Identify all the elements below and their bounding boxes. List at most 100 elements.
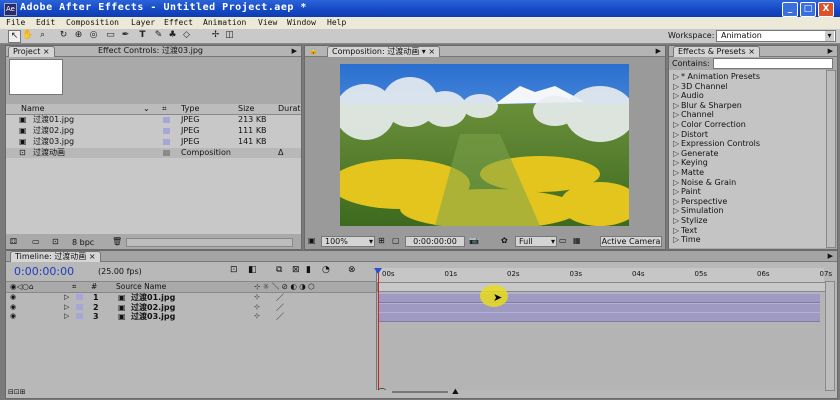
panel-menu-icon[interactable]: ▶: [828, 252, 833, 260]
close-icon[interactable]: ×: [89, 252, 96, 261]
zoom-tool-icon[interactable]: ⌕: [37, 30, 48, 41]
source-name-header[interactable]: Source Name: [116, 282, 166, 292]
close-icon[interactable]: ×: [43, 47, 50, 56]
current-time-display[interactable]: 0:00:00:00: [405, 236, 465, 247]
expand-triangle-icon[interactable]: ▷: [673, 82, 681, 92]
label-color-swatch[interactable]: [163, 139, 170, 145]
expand-triangle-icon[interactable]: ▷: [64, 293, 69, 302]
expand-triangle-icon[interactable]: ▷: [673, 130, 681, 140]
pan-behind-icon[interactable]: ◎: [88, 30, 99, 41]
new-comp-icon[interactable]: ⊡: [52, 237, 59, 246]
effects-category[interactable]: ▷ * Animation Presets: [673, 72, 760, 82]
zoom-select[interactable]: 100% ▾: [321, 236, 375, 247]
project-h-scrollbar[interactable]: [126, 238, 293, 247]
tab-project[interactable]: Project ×: [8, 46, 55, 57]
expand-triangle-icon[interactable]: ▷: [673, 158, 681, 168]
zoom-out-icon[interactable]: ⌒: [378, 387, 386, 398]
expand-triangle-icon[interactable]: ▷: [673, 168, 681, 178]
work-area-bar[interactable]: [377, 282, 826, 292]
maximize-button[interactable]: □: [800, 2, 816, 17]
effects-category[interactable]: ▷ Noise & Grain: [673, 178, 736, 188]
menu-window[interactable]: Window: [287, 17, 316, 29]
menu-effect[interactable]: Effect: [164, 17, 193, 29]
orbit-camera-icon[interactable]: ⊕: [73, 30, 84, 41]
close-icon[interactable]: ×: [748, 47, 755, 56]
current-time-indicator[interactable]: [378, 268, 379, 390]
project-item-row[interactable]: ▣ 过渡03.jpg JPEG 141 KB: [6, 137, 301, 147]
frame-blending-icon[interactable]: ▮: [306, 265, 311, 275]
pen-tool-icon[interactable]: ✒: [120, 30, 131, 41]
expand-triangle-icon[interactable]: ▷: [673, 226, 681, 236]
effects-category[interactable]: ▷ Expression Controls: [673, 139, 760, 149]
clone-stamp-icon[interactable]: ♣: [167, 30, 178, 41]
menu-animation[interactable]: Animation: [203, 17, 246, 29]
layer-bar-3[interactable]: [378, 312, 820, 322]
expand-triangle-icon[interactable]: ▷: [673, 178, 681, 188]
quality-switch-icon[interactable]: ／: [276, 293, 284, 302]
layer-row[interactable]: ◉ ▷ 3 ▣ 过渡03.jpg ⊹ ／: [6, 312, 381, 321]
effects-category[interactable]: ▷ Channel: [673, 110, 714, 120]
zoom-in-icon[interactable]: ⛰: [452, 387, 459, 397]
expand-triangle-icon[interactable]: ▷: [673, 72, 681, 82]
effects-category[interactable]: ▷ Matte: [673, 168, 704, 178]
expand-triangle-icon[interactable]: ▷: [673, 187, 681, 197]
column-size[interactable]: Size: [238, 104, 254, 114]
expand-triangle-icon[interactable]: ▷: [673, 197, 681, 207]
transparency-grid-icon[interactable]: ▦: [573, 236, 581, 245]
label-color-swatch[interactable]: [76, 303, 83, 310]
effects-category[interactable]: ▷ Stylize: [673, 216, 708, 226]
expand-triangle-icon[interactable]: ▷: [673, 149, 681, 159]
effects-category[interactable]: ▷ Keying: [673, 158, 708, 168]
tab-effect-controls[interactable]: Effect Controls: 过渡03.jpg: [94, 46, 207, 56]
expand-triangle-icon[interactable]: ▷: [673, 101, 681, 111]
lock-icon[interactable]: 🔒: [309, 47, 318, 55]
label-color-swatch[interactable]: [163, 128, 170, 134]
menu-edit[interactable]: Edit: [36, 17, 55, 29]
timeline-timecode[interactable]: 0:00:00:00: [14, 265, 74, 278]
quality-switch-icon[interactable]: ／: [276, 312, 284, 321]
shy-switch-icon[interactable]: ⊹: [254, 312, 260, 321]
close-icon[interactable]: ×: [428, 47, 435, 56]
column-type[interactable]: Type: [181, 104, 199, 114]
new-folder-icon[interactable]: ▭: [32, 237, 40, 246]
layer-bar-1[interactable]: [378, 293, 820, 303]
effects-category[interactable]: ▷ Perspective: [673, 197, 727, 207]
menu-layer[interactable]: Layer: [131, 17, 155, 29]
effects-category[interactable]: ▷ Text: [673, 226, 697, 236]
column-name[interactable]: Name: [21, 104, 45, 114]
expand-triangle-icon[interactable]: ▷: [673, 139, 681, 149]
project-item-row[interactable]: ▣ 过渡01.jpg JPEG 213 KB: [6, 115, 301, 125]
tab-composition[interactable]: Composition: 过渡动画 ▾ ×: [327, 46, 441, 57]
column-duration[interactable]: Durat: [278, 104, 301, 114]
menu-help[interactable]: Help: [327, 17, 346, 29]
label-column-icon[interactable]: ⌗: [162, 104, 167, 114]
menu-file[interactable]: File: [6, 17, 25, 29]
expand-triangle-icon[interactable]: ▷: [673, 91, 681, 101]
interpret-footage-icon[interactable]: ⚃: [10, 237, 17, 246]
bpc-label[interactable]: 8 bpc: [72, 238, 94, 247]
expand-triangle-icon[interactable]: ▷: [673, 120, 681, 130]
playhead-handle-icon[interactable]: [374, 268, 382, 274]
comp-mini-flowchart-icon[interactable]: ⊡: [230, 265, 238, 275]
eye-icon[interactable]: ◉: [10, 312, 16, 321]
expand-triangle-icon[interactable]: ▷: [64, 303, 69, 312]
shy-switch-icon[interactable]: ⊹: [254, 303, 260, 312]
eye-icon[interactable]: ◉: [10, 303, 16, 312]
shy-switch-icon[interactable]: ⊹: [254, 293, 260, 302]
effects-category[interactable]: ▷ Audio: [673, 91, 704, 101]
safe-margins-icon[interactable]: ⊞: [378, 236, 385, 245]
effects-category[interactable]: ▷ Color Correction: [673, 120, 746, 130]
show-channel-icon[interactable]: ✿: [501, 236, 508, 245]
menu-composition[interactable]: Composition: [66, 17, 119, 29]
composition-viewer-image[interactable]: [340, 64, 629, 226]
effects-category[interactable]: ▷ Simulation: [673, 206, 724, 216]
mask-tool-icon[interactable]: ▭: [105, 30, 116, 41]
expand-triangle-icon[interactable]: ▷: [673, 235, 681, 245]
live-update-icon[interactable]: ◧: [248, 265, 257, 275]
layer-row[interactable]: ◉ ▷ 1 ▣ 过渡01.jpg ⊹ ／: [6, 293, 381, 302]
rotate-tool-icon[interactable]: ↻: [58, 30, 69, 41]
resolution-select[interactable]: Full ▾: [515, 236, 557, 247]
panel-menu-icon[interactable]: ▶: [656, 47, 661, 55]
label-color-swatch[interactable]: [163, 117, 170, 123]
selection-tool-icon[interactable]: ↖: [8, 30, 21, 43]
